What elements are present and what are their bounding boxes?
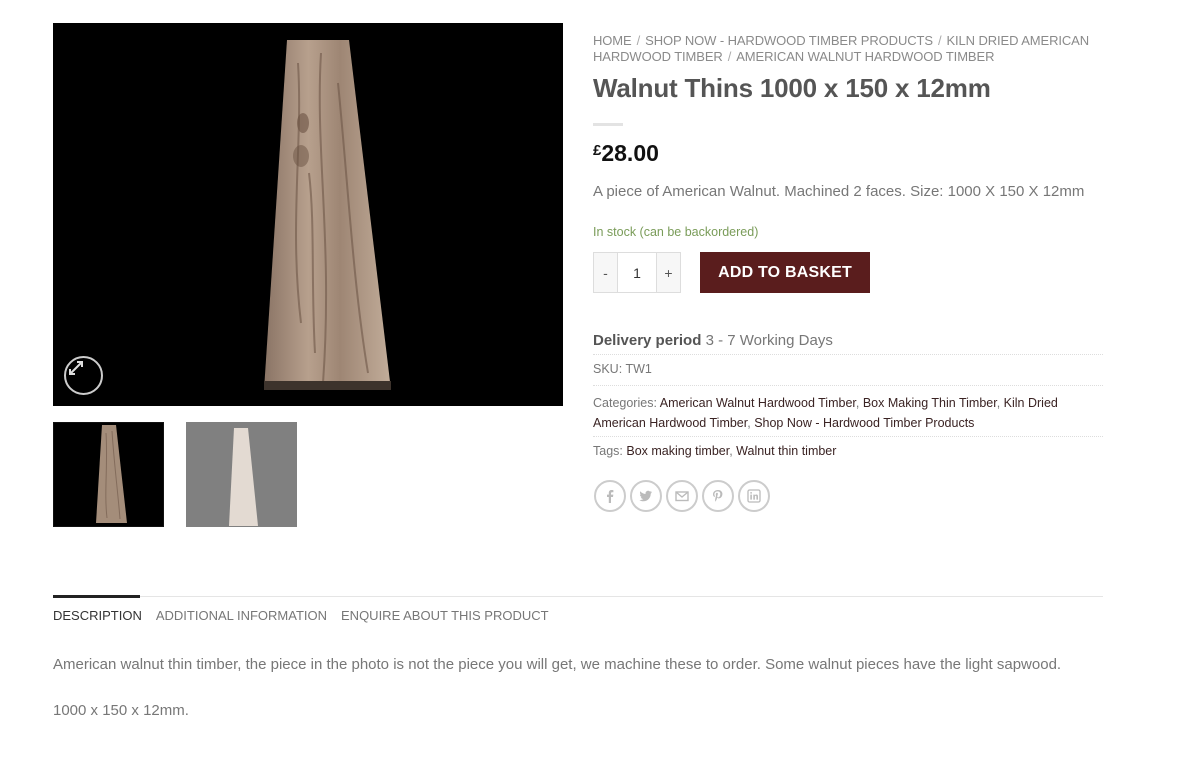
delivery-value: 3 - 7 Working Days <box>705 332 833 349</box>
description-paragraph: American walnut thin timber, the piece i… <box>53 656 1062 673</box>
breadcrumb-shop-now[interactable]: SHOP NOW - HARDWOOD TIMBER PRODUCTS <box>645 33 933 48</box>
breadcrumb-separator: / <box>636 33 641 48</box>
tag-link[interactable]: Walnut thin timber <box>736 444 836 458</box>
short-description: A piece of American Walnut. Machined 2 f… <box>593 183 1085 200</box>
product-price: £28.00 <box>593 140 659 167</box>
walnut-board-image <box>264 40 391 390</box>
delivery-period: Delivery period 3 - 7 Working Days <box>593 332 1103 355</box>
title-divider <box>593 123 623 126</box>
stock-status: In stock (can be backordered) <box>593 225 759 239</box>
categories-row: Categories: American Walnut Hardwood Tim… <box>593 393 1103 437</box>
price-amount: 28.00 <box>601 140 659 166</box>
zoom-button[interactable] <box>64 356 103 395</box>
description-size: 1000 x 150 x 12mm. <box>53 702 189 719</box>
thumbnail-2[interactable] <box>186 422 297 527</box>
product-tabs: DESCRIPTION ADDITIONAL INFORMATION ENQUI… <box>53 608 549 623</box>
tabs-divider <box>53 596 1103 597</box>
product-main-image[interactable] <box>53 23 563 406</box>
breadcrumb-american-walnut[interactable]: AMERICAN WALNUT HARDWOOD TIMBER <box>736 49 994 64</box>
expand-icon <box>69 361 83 375</box>
linkedin-icon[interactable] <box>738 480 770 512</box>
category-link[interactable]: Box Making Thin Timber <box>863 396 997 410</box>
quantity-decrease-button[interactable]: - <box>594 253 617 292</box>
twitter-icon[interactable] <box>630 480 662 512</box>
breadcrumb-home[interactable]: HOME <box>593 33 632 48</box>
tag-link[interactable]: Box making timber <box>626 444 729 458</box>
categories-label: Categories: <box>593 396 657 410</box>
active-tab-indicator <box>53 595 140 598</box>
delivery-label: Delivery period <box>593 332 702 349</box>
pinterest-icon[interactable] <box>702 480 734 512</box>
tab-additional-information[interactable]: ADDITIONAL INFORMATION <box>156 608 327 623</box>
category-link[interactable]: American Walnut Hardwood Timber <box>660 396 856 410</box>
tab-enquire[interactable]: ENQUIRE ABOUT THIS PRODUCT <box>341 608 549 623</box>
sku-value: TW1 <box>625 362 652 376</box>
breadcrumb-separator: / <box>727 49 732 64</box>
share-icons <box>594 480 770 512</box>
sku-row: SKU: TW1 <box>593 362 1103 386</box>
product-title: Walnut Thins 1000 x 150 x 12mm <box>593 73 991 103</box>
email-icon[interactable] <box>666 480 698 512</box>
quantity-input[interactable] <box>617 253 657 292</box>
thumbnail-board-image <box>96 425 127 523</box>
tags-label: Tags: <box>593 444 623 458</box>
thumbnail-board-image <box>229 428 258 526</box>
facebook-icon[interactable] <box>594 480 626 512</box>
breadcrumb: HOME / SHOP NOW - HARDWOOD TIMBER PRODUCTS… <box>593 33 1113 65</box>
add-to-basket-button[interactable]: ADD TO BASKET <box>700 252 870 293</box>
quantity-stepper: - + <box>593 252 681 293</box>
thumbnail-1[interactable] <box>53 422 164 527</box>
breadcrumb-separator: / <box>937 33 942 48</box>
quantity-increase-button[interactable]: + <box>657 253 680 292</box>
sku-label: SKU: <box>593 362 623 376</box>
tags-row: Tags: Box making timber, Walnut thin tim… <box>593 444 837 458</box>
category-link[interactable]: Shop Now - Hardwood Timber Products <box>754 416 974 430</box>
tab-description[interactable]: DESCRIPTION <box>53 608 142 623</box>
